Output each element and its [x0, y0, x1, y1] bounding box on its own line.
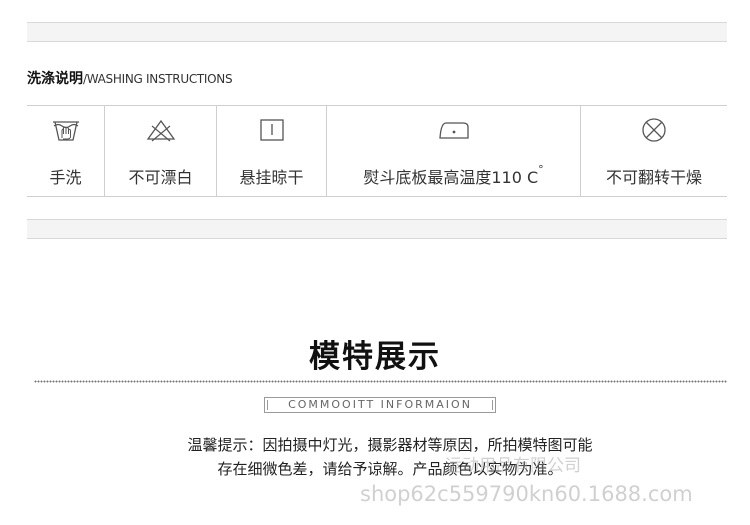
care-label: 不可翻转干燥 — [605, 168, 702, 187]
washing-title-cn: 洗涤说明 — [27, 71, 83, 87]
washing-title-en: /WASHING INSTRUCTIONS — [83, 72, 233, 86]
no-tumble-dry-icon — [581, 114, 727, 146]
care-cell-iron: 熨斗底板最高温度110 C° — [327, 106, 581, 196]
dotted-divider — [34, 380, 727, 383]
bottom-divider-band — [27, 219, 727, 239]
line-dry-icon — [217, 114, 326, 146]
hand-wash-icon — [27, 114, 104, 146]
model-subtitle-label: COMMOOITT INFORMAION — [264, 397, 496, 413]
no-bleach-icon — [105, 114, 216, 146]
care-symbol-table: 手洗 不可漂白 悬挂晾干 熨斗底板最高温度110 C° 不可翻转干燥 — [27, 105, 727, 197]
care-label: 悬挂晾干 — [239, 168, 304, 187]
tip-line-1: 温馨提示：因拍摄中灯光，摄影器材等原因，所拍模特图可能 — [187, 436, 593, 454]
care-cell-line-dry: 悬挂晾干 — [217, 106, 327, 196]
care-label: 熨斗底板最高温度110 C° — [327, 162, 580, 188]
care-label: 不可漂白 — [128, 168, 193, 187]
tip-line-2: 存在细微色差，请给予谅解。产品颜色以实物为准。 — [217, 460, 563, 478]
model-section-title: 模特展示 — [309, 339, 441, 375]
top-divider-band — [27, 22, 727, 42]
care-cell-no-tumble-dry: 不可翻转干燥 — [581, 106, 727, 196]
watermark-company: 运动用品有限公司 — [445, 456, 581, 476]
washing-instructions-heading: 洗涤说明/WASHING INSTRUCTIONS — [27, 68, 233, 88]
iron-icon — [327, 114, 580, 146]
degree-sign: ° — [538, 162, 544, 176]
care-cell-hand-wash: 手洗 — [27, 106, 105, 196]
care-cell-no-bleach: 不可漂白 — [105, 106, 217, 196]
watermark-url: shop62c559790kn60.1688.com — [360, 482, 693, 506]
care-label: 手洗 — [49, 168, 82, 187]
iron-temp-text: 熨斗底板最高温度110 C — [363, 168, 539, 187]
